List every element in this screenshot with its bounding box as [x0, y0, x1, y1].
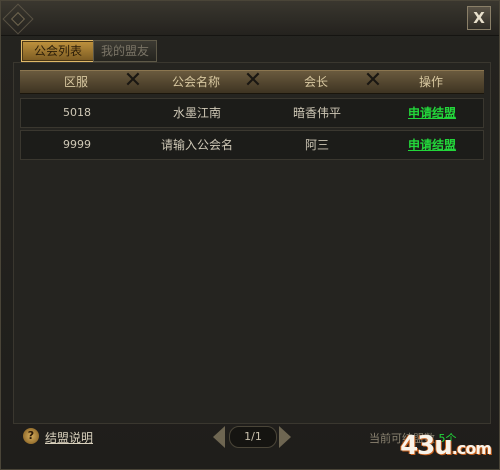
close-button[interactable]: X — [467, 6, 491, 30]
ornament-icon — [2, 3, 34, 35]
watermark-suffix: .com — [451, 439, 492, 458]
table-header: 区服 ✕ 公会名称 ✕ 会长 ✕ 操作 — [20, 69, 484, 94]
header-action: 操作 — [418, 75, 443, 89]
leader-cell: 阿三 — [304, 138, 329, 152]
table-row: 9999 请输入公会名 阿三 申请结盟 — [20, 130, 484, 160]
site-watermark-logo: 43u.com — [400, 431, 492, 461]
next-page-button[interactable] — [279, 426, 291, 448]
tab-guild-list[interactable]: 公会列表 — [21, 40, 95, 62]
pagination: 1/1 — [213, 426, 291, 448]
header-leader: 会长 — [303, 75, 328, 89]
guild-list-panel: 区服 ✕ 公会名称 ✕ 会长 ✕ 操作 5018 水墨江南 暗香伟平 申请结盟 … — [13, 62, 491, 424]
tab-my-allies[interactable]: 我的盟友 — [93, 40, 157, 62]
guild-name-cell: 水墨江南 — [172, 106, 221, 120]
header-guild-name: 公会名称 — [171, 75, 220, 89]
alliance-help-link[interactable]: 结盟说明 — [45, 429, 93, 446]
leader-cell: 暗香伟平 — [292, 106, 341, 120]
table-row: 5018 水墨江南 暗香伟平 申请结盟 — [20, 98, 484, 128]
page-indicator: 1/1 — [229, 426, 277, 448]
help-icon[interactable]: ? — [23, 428, 39, 444]
zone-cell: 5018 — [63, 106, 91, 119]
apply-alliance-link[interactable]: 申请结盟 — [408, 106, 456, 120]
apply-alliance-link[interactable]: 申请结盟 — [408, 138, 456, 152]
action-cell: 申请结盟 — [379, 99, 485, 127]
action-cell: 申请结盟 — [379, 131, 485, 159]
guild-name-cell: 请输入公会名 — [160, 138, 233, 152]
alliance-window: X 公会列表 我的盟友 区服 ✕ 公会名称 ✕ 会长 ✕ 操作 5018 水墨江… — [0, 0, 500, 470]
zone-cell: 9999 — [63, 138, 91, 151]
footer: ? 结盟说明 1/1 当前可结盟数 5个 43u.com — [1, 423, 499, 467]
header-zone: 区服 — [63, 75, 88, 89]
title-bar: X — [1, 1, 499, 36]
prev-page-button[interactable] — [213, 426, 225, 448]
watermark-main: 43u — [400, 431, 453, 461]
